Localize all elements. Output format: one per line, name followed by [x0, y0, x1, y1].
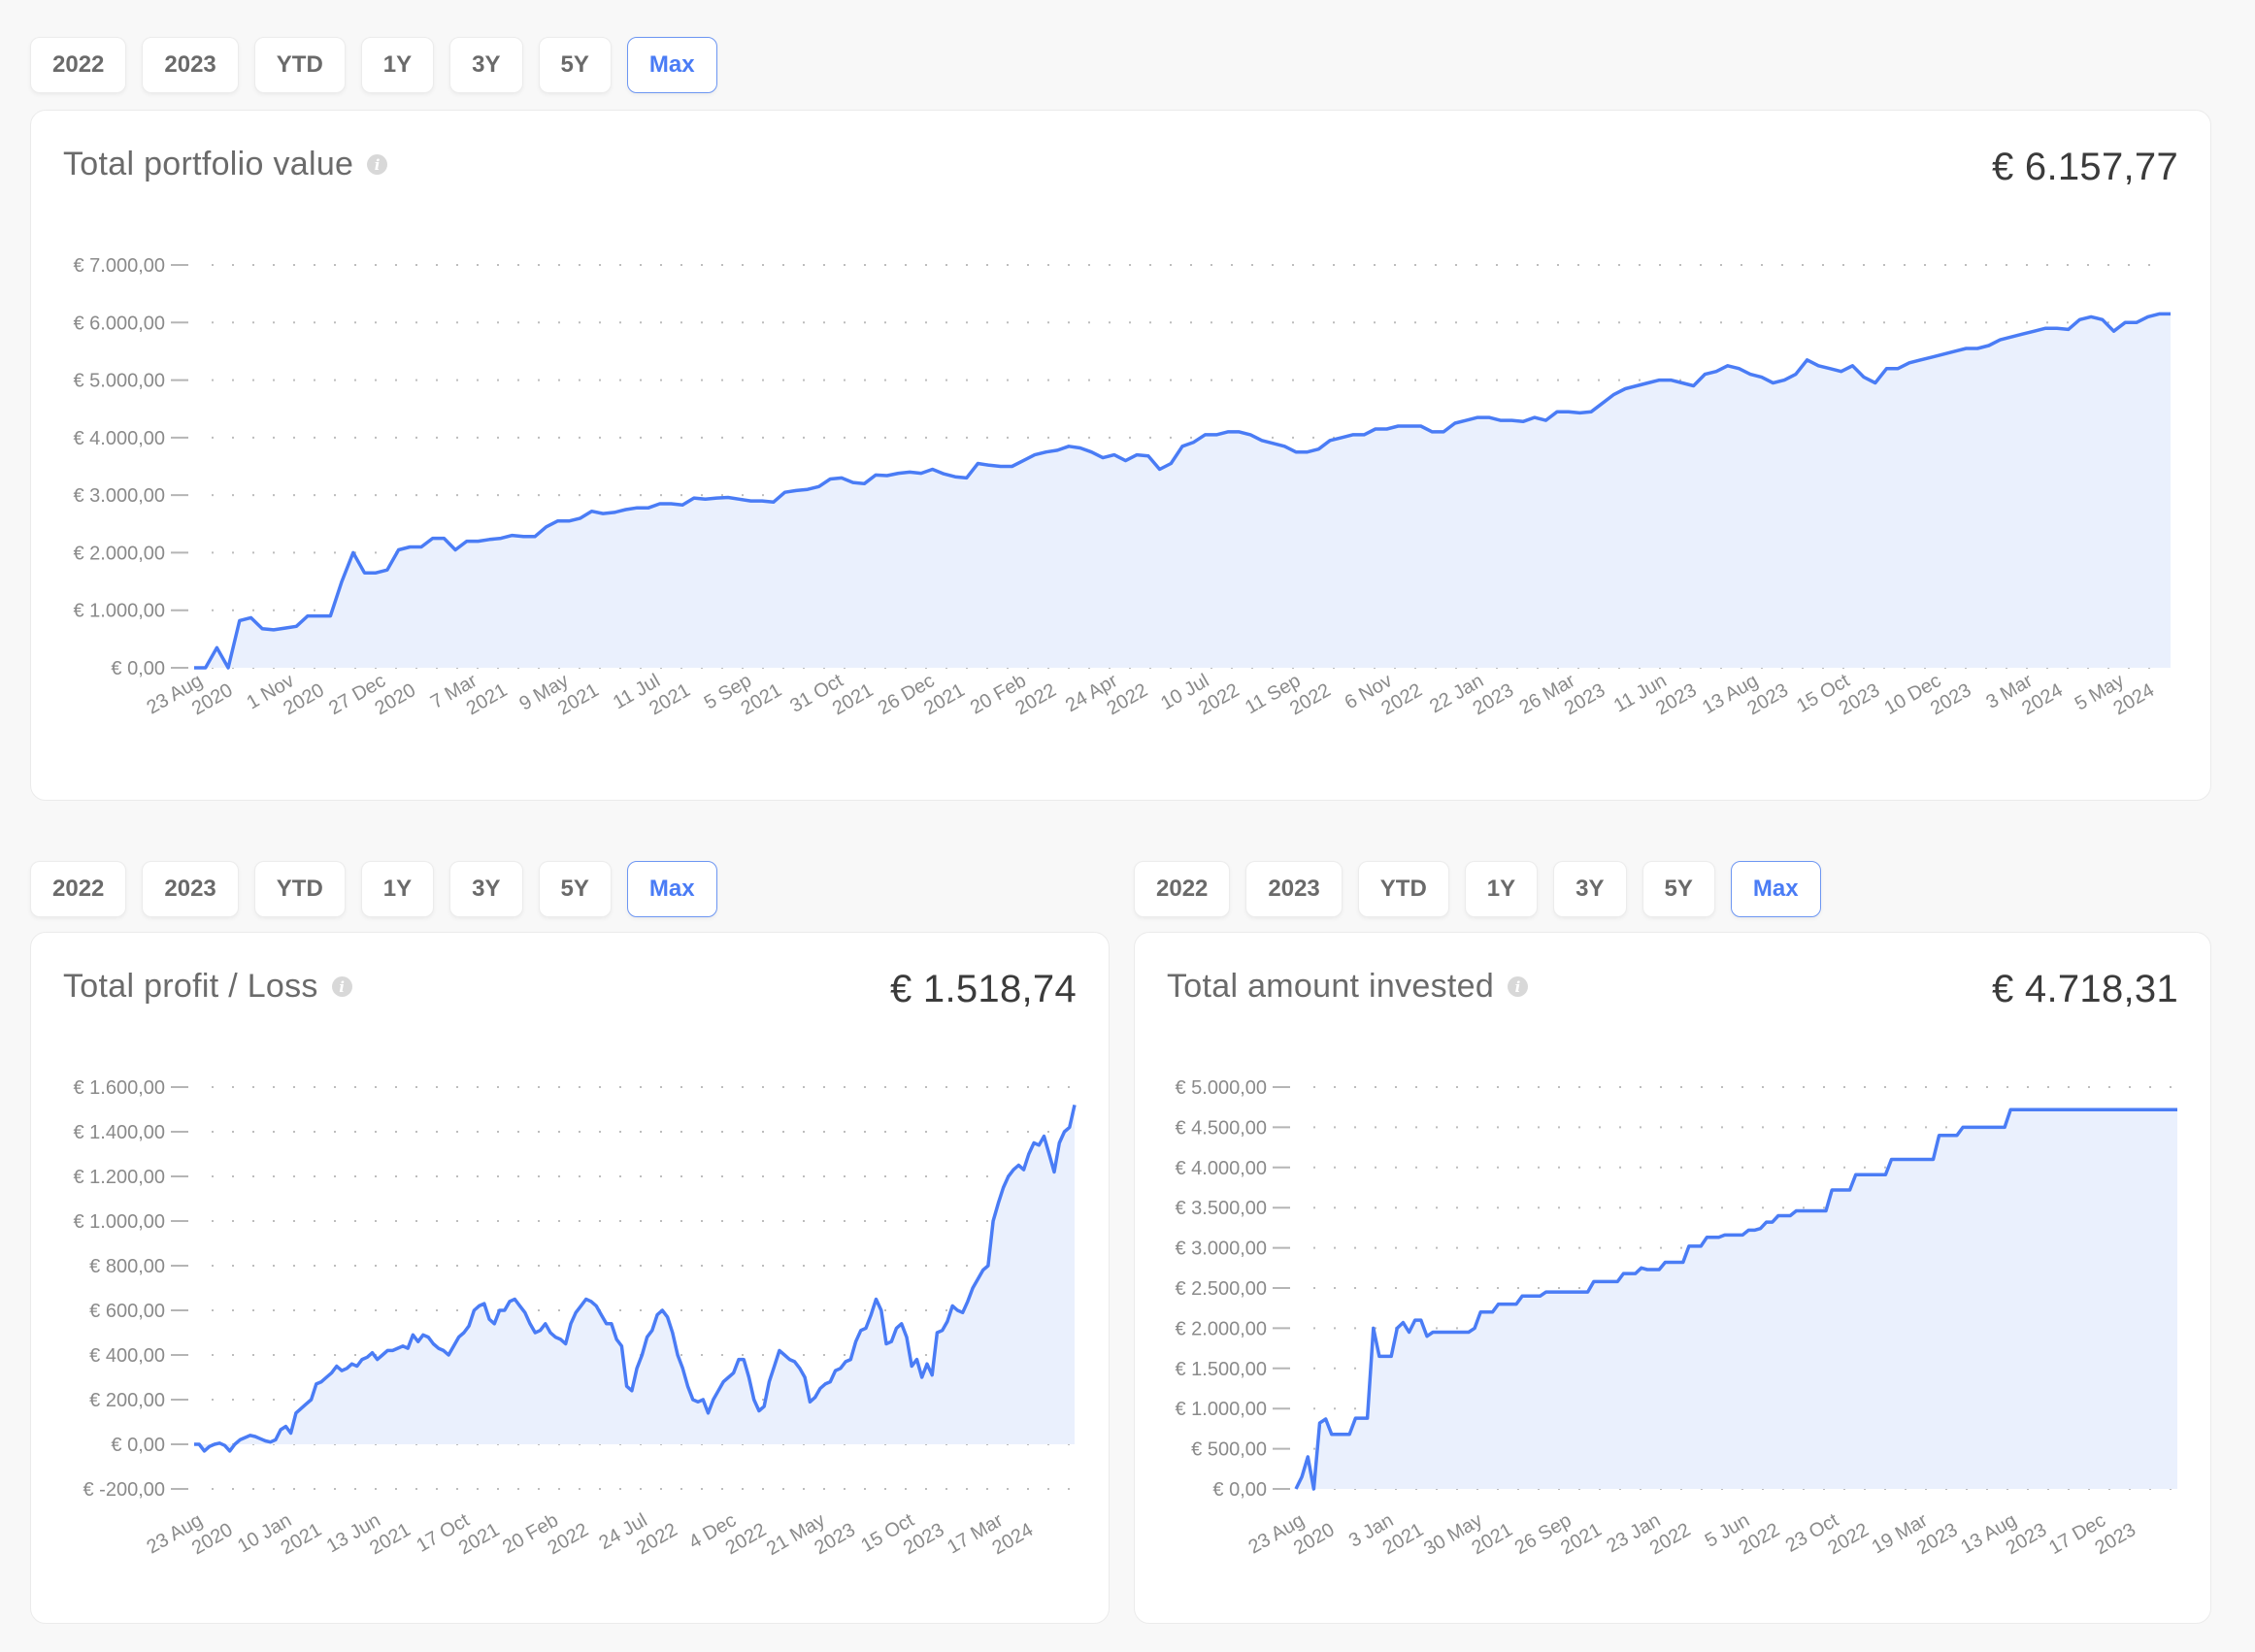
chart-2: € 0,00 € 500,00 € 1.000,00 € 1.500,00 € 2.00…: [1175, 1077, 2177, 1580]
x-tick-label: 24 Jul2022: [595, 1499, 680, 1574]
y-tick-label: € 2.500,00: [1175, 1278, 1267, 1300]
x-tick-label: 1 Nov2020: [244, 659, 328, 734]
y-tick-label: € 3.000,00: [1175, 1239, 1267, 1260]
x-tick-label: 10 Jul2022: [1157, 659, 1243, 735]
x-tick-label: 11 Sep2022: [1242, 659, 1335, 739]
y-tick-label: € 1.600,00: [73, 1077, 165, 1099]
y-tick-label: € 5.000,00: [73, 371, 165, 392]
x-tick-label: 11 Jul2021: [610, 659, 694, 734]
x-tick-label: 23 Aug2020: [1245, 1499, 1339, 1578]
y-tick-label: € 1.400,00: [73, 1122, 165, 1143]
y-tick-label: € 0,00: [111, 1435, 165, 1456]
y-tick-label: € 4.000,00: [73, 428, 165, 449]
y-tick-label: € 3.500,00: [1175, 1198, 1267, 1219]
y-tick-label: € 1.000,00: [73, 1211, 165, 1233]
y-tick-label: € 2.000,00: [1175, 1318, 1267, 1339]
x-tick-label: 23 Oct2022: [1782, 1499, 1873, 1576]
y-tick-label: € 4.000,00: [1175, 1158, 1267, 1179]
y-tick-label: € 1.500,00: [1175, 1359, 1267, 1380]
x-tick-label: 10 Dec2023: [1881, 659, 1975, 740]
x-tick-label: 23 Jan2022: [1603, 1499, 1694, 1577]
x-tick-label: 23 Aug2020: [144, 1499, 237, 1578]
y-tick-label: € 400,00: [89, 1345, 165, 1367]
x-tick-label: 15 Oct2023: [857, 1499, 947, 1576]
area-fill: [194, 1105, 1075, 1451]
x-tick-label: 10 Jan2021: [234, 1499, 325, 1577]
y-tick-label: € 0,00: [111, 658, 165, 679]
x-tick-label: 3 Jan2021: [1345, 1499, 1427, 1571]
y-tick-label: € 5.000,00: [1175, 1077, 1267, 1099]
x-tick-label: 20 Feb2022: [499, 1499, 592, 1578]
y-tick-label: € 2.000,00: [73, 543, 165, 564]
x-tick-label: 5 Sep2021: [701, 659, 785, 734]
x-tick-label: 22 Jan2023: [1426, 659, 1517, 738]
y-tick-label: € 500,00: [1191, 1439, 1267, 1461]
x-tick-label: 13 Aug2023: [1957, 1499, 2050, 1578]
x-tick-label: 3 Mar2024: [1982, 659, 2066, 733]
x-tick-label: 17 Dec2023: [2045, 1499, 2139, 1579]
x-tick-label: 11 Jun2023: [1610, 659, 1701, 737]
x-tick-label: 17 Oct2021: [413, 1499, 503, 1576]
chart-0: € 0,00 € 1.000,00 € 2.000,00 € 3.000,00 € 4.…: [73, 255, 2171, 740]
x-tick-label: 21 May2023: [763, 1499, 859, 1580]
x-tick-label: 17 Mar2024: [944, 1499, 1037, 1578]
y-tick-label: € -200,00: [83, 1479, 165, 1501]
x-tick-label: 4 Dec2022: [685, 1499, 770, 1573]
y-tick-label: € 600,00: [89, 1301, 165, 1322]
x-tick-label: 13 Aug2023: [1699, 659, 1792, 739]
x-tick-label: 26 Dec2021: [875, 659, 969, 740]
y-tick-label: € 6.000,00: [73, 313, 165, 334]
x-tick-label: 5 Jun2022: [1702, 1499, 1783, 1571]
x-tick-label: 24 Apr2022: [1062, 659, 1151, 737]
x-tick-label: 15 Oct2023: [1793, 659, 1883, 737]
y-tick-label: € 0,00: [1212, 1479, 1267, 1501]
chart-1: € -200,00 € 0,00 € 200,00 € 400,00 € 600,00 €…: [73, 1077, 1077, 1580]
x-tick-label: 27 Dec2020: [325, 659, 419, 740]
x-tick-label: 7 Mar2021: [427, 659, 511, 733]
y-tick-label: € 3.000,00: [73, 485, 165, 507]
y-tick-label: € 1.200,00: [73, 1167, 165, 1188]
charts-layer: € 0,00 € 1.000,00 € 2.000,00 € 3.000,00 € 4.…: [73, 255, 2177, 1580]
y-tick-label: € 1.000,00: [73, 601, 165, 622]
y-tick-label: € 7.000,00: [73, 255, 165, 277]
y-tick-label: € 4.500,00: [1175, 1117, 1267, 1139]
area-fill: [1296, 1109, 2177, 1489]
x-tick-label: 13 Jun2021: [323, 1499, 415, 1577]
y-tick-label: € 200,00: [89, 1390, 165, 1411]
x-tick-label: 9 May2021: [515, 659, 602, 735]
x-tick-label: 20 Feb2022: [967, 659, 1060, 739]
area-fill: [194, 314, 2171, 668]
x-tick-label: 26 Mar2023: [1515, 659, 1608, 739]
x-tick-label: 19 Mar2023: [1869, 1499, 1962, 1578]
y-tick-label: € 800,00: [89, 1256, 165, 1277]
y-tick-label: € 1.000,00: [1175, 1399, 1267, 1420]
x-tick-label: 6 Nov2022: [1342, 659, 1426, 734]
x-tick-label: 30 May2021: [1420, 1499, 1516, 1580]
x-tick-label: 31 Oct2021: [786, 659, 877, 737]
x-tick-label: 26 Sep2021: [1511, 1499, 1606, 1579]
x-tick-label: 5 May2024: [2072, 659, 2158, 735]
